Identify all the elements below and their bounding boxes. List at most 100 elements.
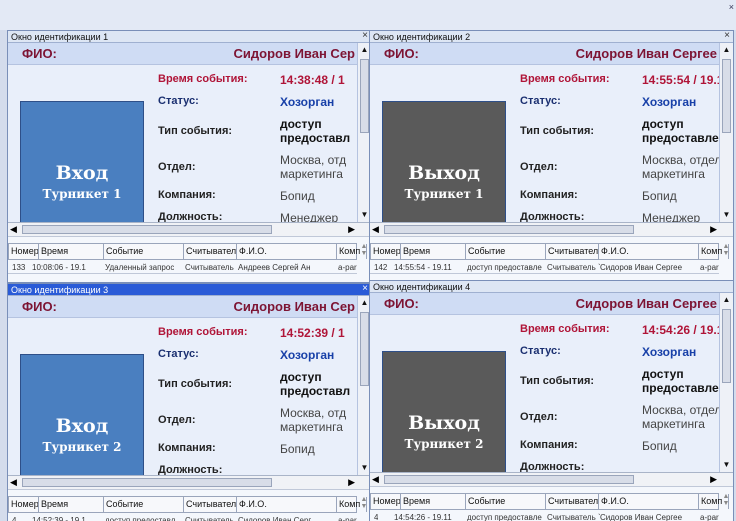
grid-cell-time: 10:08:06 - 19.1 (32, 263, 86, 272)
grid-cell-reader: Считыватель ` (547, 263, 601, 272)
identification-window-2[interactable]: Окно идентификации 2 × ФИО: Сидоров Иван Се… (369, 30, 734, 283)
events-grid[interactable]: Номер Время Событие Считыватель Ф.И.О. Комп 4 1… (370, 486, 733, 521)
table-row[interactable]: 133 10:08:06 - 19.1 Удаленный запрос Считыв… (8, 261, 357, 274)
grid-cell-num: 4 (12, 516, 17, 521)
grid-column-header[interactable]: Событие (104, 244, 184, 259)
grid-column-header[interactable]: Время (39, 497, 104, 512)
grid-column-header[interactable]: Ф.И.О. (599, 494, 699, 509)
grid-column-header[interactable]: Ф.И.О. (237, 497, 337, 512)
scroll-right-icon[interactable]: ▶ (348, 476, 355, 489)
grid-cell-num: 133 (12, 263, 26, 272)
grid-scroll-icon[interactable]: ▲ ▼ (719, 493, 733, 521)
horizontal-scrollbar[interactable]: ◀ ▶ (370, 472, 733, 486)
info-panel: Время события: 14:52:39 / 1 Статус: Хозорга… (154, 318, 357, 475)
identification-window-4[interactable]: Окно идентификации 4 ФИО: Сидоров Иван Сер… (369, 280, 734, 521)
scroll-down-icon[interactable]: ▼ (720, 458, 733, 472)
grid-cell-fio: Сидоров Иван Серг (238, 516, 312, 521)
hscroll-thumb[interactable] (22, 478, 272, 487)
window-close-icon[interactable]: × (362, 31, 368, 42)
grid-column-header[interactable]: Считыватель (546, 244, 599, 259)
identification-window-3[interactable]: Окно идентификации 3 × ФИО: Сидоров Иван Се… (7, 283, 372, 521)
scroll-thumb[interactable] (722, 309, 731, 383)
event-type-value-2: предоставлен (642, 131, 719, 145)
scroll-thumb[interactable] (722, 59, 731, 133)
table-row[interactable]: 4 14:54:26 - 19.11 доступ предоставле Считы… (370, 511, 719, 521)
time-value: 14:38:48 / 1 (280, 73, 345, 87)
hscroll-thumb[interactable] (22, 225, 272, 234)
scroll-thumb[interactable] (360, 312, 369, 386)
grid-cell-fio: Сидоров Иван Сергее (600, 263, 683, 272)
grid-column-header[interactable]: Номер (371, 494, 401, 509)
grid-column-header[interactable]: Время (401, 244, 466, 259)
grid-cell-reader: Считыватель ` (547, 513, 601, 521)
scroll-right-icon[interactable]: ▶ (710, 473, 717, 486)
grid-column-header[interactable]: Считыватель (546, 494, 599, 509)
scroll-right-icon[interactable]: ▶ (710, 223, 717, 236)
department-label: Отдел: (158, 161, 196, 173)
horizontal-scrollbar[interactable]: ◀ ▶ (8, 475, 371, 489)
main-close-icon[interactable]: × (729, 2, 734, 12)
horizontal-scrollbar[interactable]: ◀ ▶ (8, 222, 371, 236)
grid-column-header[interactable]: Ф.И.О. (237, 244, 337, 259)
grid-column-header[interactable]: Считыватель (184, 244, 237, 259)
department-value-1: Москва, отдел (642, 153, 719, 167)
window-close-icon[interactable]: × (724, 31, 730, 42)
turnstile-label: Турникет 1 (404, 186, 484, 201)
time-value: 14:52:39 / 1 (280, 326, 345, 340)
vertical-scrollbar[interactable]: ▲ ▼ (719, 43, 733, 222)
scroll-left-icon[interactable]: ◀ (372, 473, 379, 486)
window-title-bar[interactable]: Окно идентификации 4 (370, 281, 733, 293)
fio-value: Сидоров Иван Сер (233, 299, 355, 314)
grid-column-header[interactable]: Номер (371, 244, 401, 259)
grid-column-header[interactable]: Номер (9, 244, 39, 259)
event-type-label: Тип события: (520, 125, 595, 137)
scroll-right-icon[interactable]: ▶ (348, 223, 355, 236)
window-title-bar[interactable]: Окно идентификации 3 × (8, 284, 371, 296)
fio-value: Сидоров Иван Сергее (575, 296, 717, 311)
grid-column-header[interactable]: Событие (466, 494, 546, 509)
window-title-bar[interactable]: Окно идентификации 2 × (370, 31, 733, 43)
fio-row: ФИО: Сидоров Иван Сер (8, 43, 357, 65)
hscroll-thumb[interactable] (384, 225, 634, 234)
grid-cell-fio: Сидоров Иван Сергее (600, 513, 683, 521)
scroll-left-icon[interactable]: ◀ (10, 476, 17, 489)
events-grid[interactable]: Номер Время Событие Считыватель Ф.И.О. Комп 14… (370, 236, 733, 282)
grid-column-header[interactable]: Событие (104, 497, 184, 512)
grid-column-header[interactable]: Ф.И.О. (599, 244, 699, 259)
fio-label: ФИО: (384, 46, 419, 61)
event-type-value-1: доступ (642, 117, 684, 131)
grid-cell-event: доступ предоставл (105, 516, 176, 521)
direction-label: Вход (55, 414, 109, 437)
grid-column-header[interactable]: Номер (9, 497, 39, 512)
turnstile-label: Турникет 2 (42, 439, 122, 454)
scroll-left-icon[interactable]: ◀ (10, 223, 17, 236)
horizontal-scrollbar[interactable]: ◀ ▶ (370, 222, 733, 236)
identification-window-1[interactable]: Окно идентификации 1 × ФИО: Сидоров Иван Се… (7, 30, 372, 283)
grid-column-header[interactable]: Время (401, 494, 466, 509)
table-row[interactable]: 4 14:52:39 - 19.1 доступ предоставл Считыва… (8, 514, 357, 521)
scroll-up-icon[interactable]: ▲ (720, 43, 733, 57)
event-type-label: Тип события: (158, 125, 233, 137)
window-title-bar[interactable]: Окно идентификации 1 × (8, 31, 371, 43)
direction-card: Выход Турникет 2 (382, 351, 506, 472)
grid-cell-fio: Андреев Сергей Ан (238, 263, 311, 272)
scroll-left-icon[interactable]: ◀ (372, 223, 379, 236)
hscroll-thumb[interactable] (384, 475, 634, 484)
department-value-2: маркетинга (642, 417, 705, 431)
grid-column-header[interactable]: Считыватель (184, 497, 237, 512)
window-close-icon[interactable]: × (362, 284, 368, 295)
table-row[interactable]: 142 14:55:54 - 19.11 доступ предоставле Счи… (370, 261, 719, 274)
event-type-value-1: доступ (642, 367, 684, 381)
events-grid[interactable]: Номер Время Событие Считыватель Ф.И.О. Комп 13… (8, 236, 371, 282)
grid-column-header[interactable]: Событие (466, 244, 546, 259)
scroll-up-icon[interactable]: ▲ (720, 293, 733, 307)
grid-column-header[interactable]: Время (39, 244, 104, 259)
status-value: Хозорган (642, 95, 697, 109)
scroll-down-icon[interactable]: ▼ (720, 208, 733, 222)
scroll-thumb[interactable] (360, 59, 369, 133)
events-grid[interactable]: Номер Время Событие Считыватель Ф.И.О. Комп 4 1… (8, 489, 371, 521)
status-label: Статус: (158, 95, 199, 107)
status-value: Хозорган (280, 95, 335, 109)
vertical-scrollbar[interactable]: ▲ ▼ (719, 293, 733, 472)
grid-scroll-icon[interactable]: ▲ ▼ (719, 243, 733, 275)
